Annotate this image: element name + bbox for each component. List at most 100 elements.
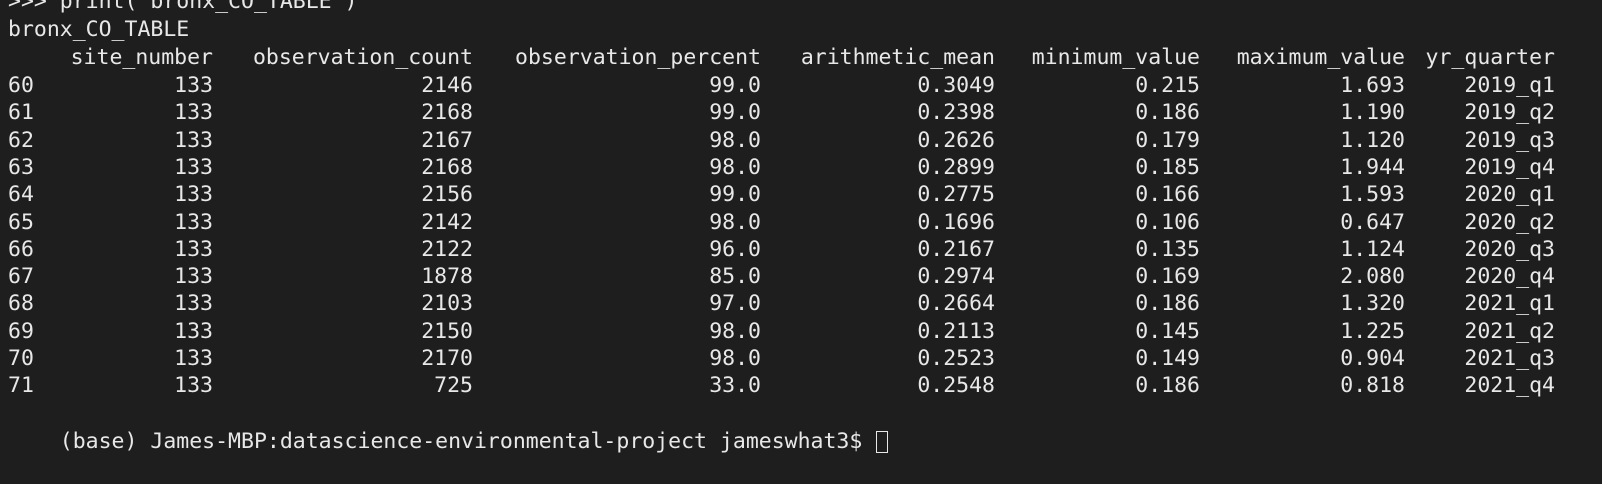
table-cell-maximum-value: 0.818 — [1340, 373, 1405, 399]
table-cell-index: 64 — [8, 182, 34, 208]
table-cell-minimum-value: 0.135 — [1135, 236, 1200, 262]
table-cell-observation-count: 2122 — [421, 236, 473, 262]
table-cell-index: 67 — [8, 264, 34, 290]
table-cell-index: 71 — [8, 373, 34, 399]
table-cell-arithmetic-mean: 0.1696 — [917, 209, 995, 235]
table-row: 65 133 2142 98.0 0.1696 0.106 0.647 2020_q2 — [0, 209, 1602, 237]
table-cell-observation-count: 2103 — [421, 291, 473, 317]
table-cell-maximum-value: 1.320 — [1340, 291, 1405, 317]
table-cell-minimum-value: 0.186 — [1135, 100, 1200, 126]
table-cell-observation-count: 2156 — [421, 182, 473, 208]
table-header-row: site_number observation_count observatio… — [0, 44, 1602, 72]
table-cell-maximum-value: 1.120 — [1340, 127, 1405, 153]
table-cell-site-number: 133 — [174, 154, 213, 180]
table-cell-index: 61 — [8, 100, 34, 126]
table-cell-maximum-value: 2.080 — [1340, 264, 1405, 290]
table-cell-minimum-value: 0.179 — [1135, 127, 1200, 153]
table-cell-minimum-value: 0.166 — [1135, 182, 1200, 208]
table-cell-site-number: 133 — [174, 373, 213, 399]
table-cell-observation-percent: 98.0 — [709, 318, 761, 344]
table-cell-observation-percent: 99.0 — [709, 100, 761, 126]
table-cell-site-number: 133 — [174, 100, 213, 126]
column-header: observation_percent — [515, 45, 761, 70]
table-cell-yr-quarter: 2019_q2 — [1464, 100, 1555, 126]
table-row: 63 133 2168 98.0 0.2899 0.185 1.944 2019_q4 — [0, 154, 1602, 182]
table-cell-site-number: 133 — [174, 236, 213, 262]
table-cell-index: 63 — [8, 154, 34, 180]
table-cell-yr-quarter: 2021_q4 — [1464, 373, 1555, 399]
table-cell-maximum-value: 0.647 — [1340, 209, 1405, 235]
table-cell-site-number: 133 — [174, 182, 213, 208]
table-cell-arithmetic-mean: 0.2523 — [917, 346, 995, 371]
table-cell-maximum-value: 1.190 — [1340, 100, 1405, 126]
table-cell-observation-count: 2142 — [421, 209, 473, 235]
table-cell-yr-quarter: 2019_q1 — [1464, 73, 1555, 98]
table-cell-site-number: 133 — [174, 127, 213, 153]
table-row: 68 133 2103 97.0 0.2664 0.186 1.320 2021_q1 — [0, 290, 1602, 318]
table-cell-observation-count: 2167 — [421, 127, 473, 153]
table-row: 67 133 1878 85.0 0.2974 0.169 2.080 2020_q4 — [0, 263, 1602, 291]
table-cell-arithmetic-mean: 0.2626 — [917, 127, 995, 153]
table-cell-yr-quarter: 2020_q1 — [1464, 182, 1555, 208]
table-cell-observation-percent: 98.0 — [709, 154, 761, 180]
table-cell-arithmetic-mean: 0.2398 — [917, 100, 995, 126]
column-header: site_number — [70, 45, 213, 70]
table-cell-minimum-value: 0.186 — [1135, 291, 1200, 317]
terminal-window[interactable]: >>> print("bronx_CO_TABLE") bronx_CO_TAB… — [0, 0, 1602, 454]
table-cell-arithmetic-mean: 0.2974 — [917, 264, 995, 290]
table-cell-arithmetic-mean: 0.2899 — [917, 154, 995, 180]
table-cell-observation-count: 1878 — [421, 264, 473, 290]
table-cell-maximum-value: 1.225 — [1340, 318, 1405, 344]
table-cell-site-number: 133 — [174, 209, 213, 235]
table-cell-index: 69 — [8, 318, 34, 344]
table-cell-maximum-value: 1.124 — [1340, 236, 1405, 262]
table-cell-observation-percent: 97.0 — [709, 291, 761, 317]
table-cell-arithmetic-mean: 0.2548 — [917, 373, 995, 399]
table-cell-yr-quarter: 2020_q3 — [1464, 236, 1555, 262]
table-cell-arithmetic-mean: 0.2113 — [917, 318, 995, 344]
cursor-block[interactable] — [876, 430, 889, 453]
table-row: 64 133 2156 99.0 0.2775 0.166 1.593 2020_q1 — [0, 181, 1602, 209]
table-cell-yr-quarter: 2021_q2 — [1464, 318, 1555, 344]
table-cell-observation-count: 2168 — [421, 154, 473, 180]
table-row: 61 133 2168 99.0 0.2398 0.186 1.190 2019_q2 — [0, 99, 1602, 127]
table-row: 70 133 2170 98.0 0.2523 0.149 0.904 2021_q3 — [0, 345, 1602, 373]
table-cell-observation-percent: 98.0 — [709, 127, 761, 153]
table-cell-yr-quarter: 2021_q1 — [1464, 291, 1555, 317]
table-cell-observation-count: 2168 — [421, 100, 473, 126]
table-cell-minimum-value: 0.106 — [1135, 209, 1200, 235]
column-header: yr_quarter — [1425, 45, 1555, 70]
table-cell-observation-percent: 33.0 — [709, 373, 761, 399]
table-cell-minimum-value: 0.169 — [1135, 264, 1200, 290]
table-name-label: bronx_CO_TABLE — [8, 17, 190, 42]
table-cell-minimum-value: 0.145 — [1135, 318, 1200, 344]
table-cell-arithmetic-mean: 0.3049 — [917, 73, 995, 98]
shell-prompt: (base) James-MBP:datascience-environment… — [59, 428, 863, 454]
table-row: 60 133 2146 99.0 0.3049 0.215 1.693 2019_q1 — [0, 72, 1602, 100]
table-cell-yr-quarter: 2019_q4 — [1464, 154, 1555, 180]
table-cell-site-number: 133 — [174, 318, 213, 344]
column-header: observation_count — [252, 45, 473, 70]
table-cell-yr-quarter: 2021_q3 — [1464, 346, 1555, 371]
table-cell-index: 70 — [8, 346, 34, 371]
table-cell-observation-count: 2170 — [421, 346, 473, 371]
table-cell-maximum-value: 1.944 — [1340, 154, 1405, 180]
table-cell-observation-percent: 85.0 — [709, 264, 761, 290]
previous-command-line: >>> print("bronx_CO_TABLE") — [8, 0, 358, 14]
table-cell-observation-count: 725 — [434, 373, 473, 399]
shell-prompt-line[interactable]: (base) James-MBP:datascience-environment… — [8, 400, 889, 454]
table-cell-index: 68 — [8, 291, 34, 317]
table-cell-yr-quarter: 2020_q2 — [1464, 209, 1555, 235]
table-cell-observation-percent: 96.0 — [709, 236, 761, 262]
table-cell-observation-percent: 98.0 — [709, 209, 761, 235]
table-cell-observation-count: 2150 — [421, 318, 473, 344]
table-cell-observation-percent: 99.0 — [709, 182, 761, 208]
table-cell-maximum-value: 1.593 — [1340, 182, 1405, 208]
table-cell-observation-count: 2146 — [421, 73, 473, 98]
table-cell-site-number: 133 — [174, 346, 213, 371]
table-cell-index: 66 — [8, 236, 34, 262]
column-header: arithmetic_mean — [800, 45, 995, 70]
table-cell-minimum-value: 0.215 — [1135, 73, 1200, 98]
table-row: 69 133 2150 98.0 0.2113 0.145 1.225 2021_q2 — [0, 318, 1602, 346]
table-row: 71 133 725 33.0 0.2548 0.186 0.818 2021_q4 — [0, 372, 1602, 400]
